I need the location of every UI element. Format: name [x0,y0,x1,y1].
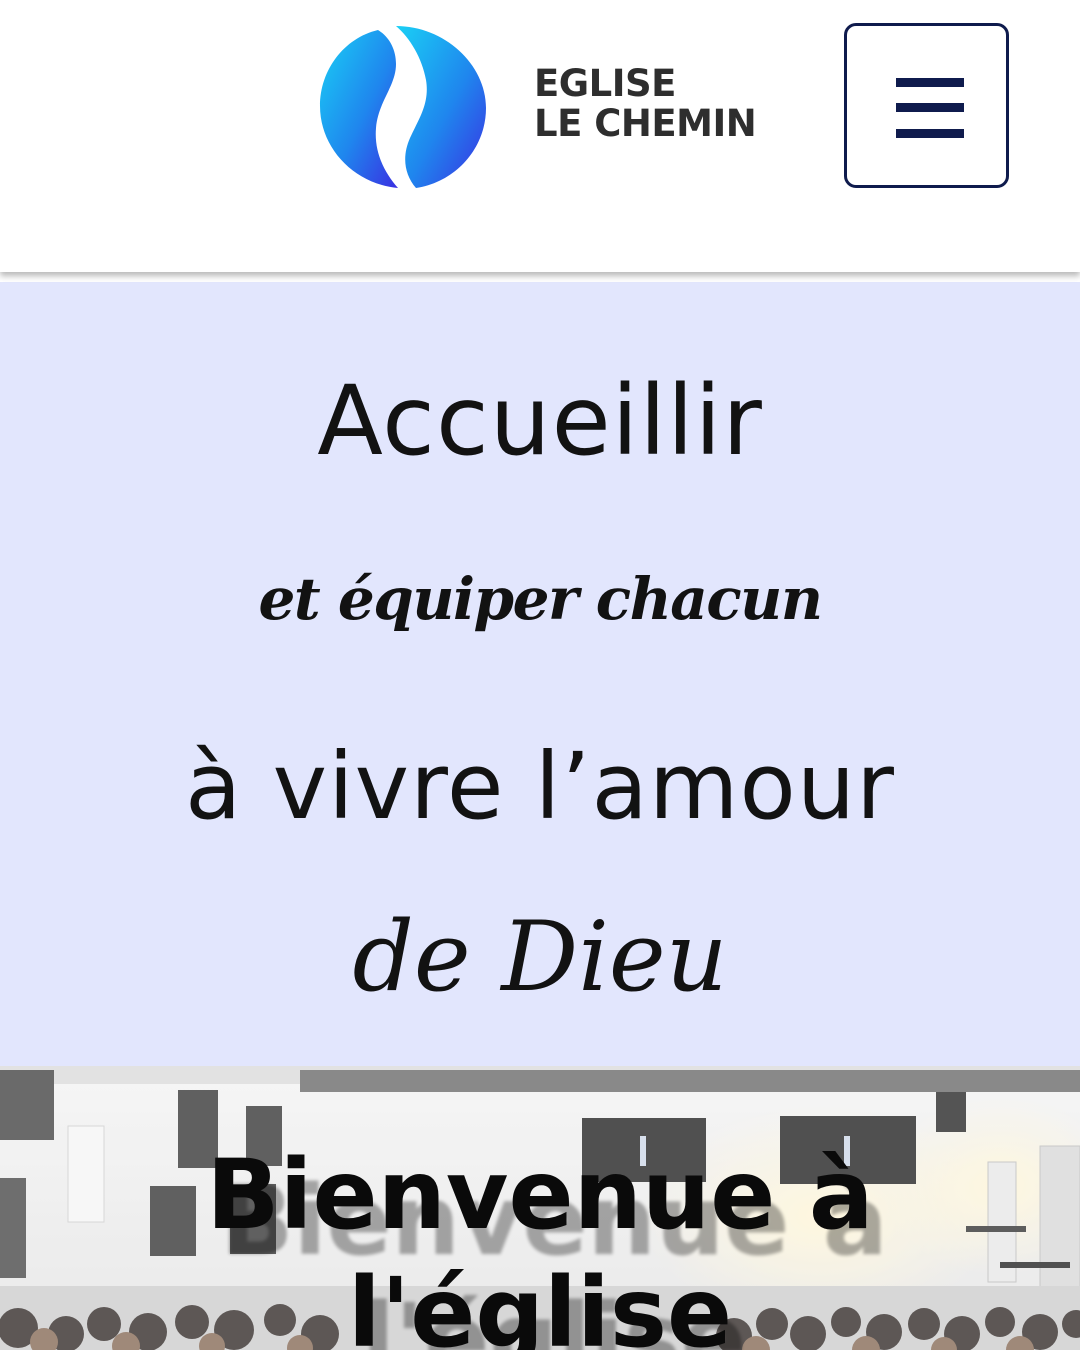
welcome-title-line2: l'église [347,1257,733,1350]
hero-tagline-line1: Accueillir [317,365,763,477]
hero-tagline-line2: et équiper chacun [258,565,823,633]
welcome-section: Bienvenue à l'église [0,1066,1080,1350]
welcome-title-line1: Bienvenue à [206,1139,874,1251]
church-logo-wordmark[interactable]: EGLISE LE CHEMIN [534,62,757,145]
hero-tagline-line3: à vivre l’amour [185,733,895,840]
welcome-title: Bienvenue à l'église [0,1136,1080,1350]
menu-toggle-button[interactable] [844,23,1009,188]
church-logo-icon[interactable] [318,24,488,190]
hero-tagline-line4: de Dieu [352,901,728,1013]
logo-text-line1: EGLISE [534,62,676,105]
hero-tagline-section: Accueillir et équiper chacun à vivre l’a… [0,282,1080,1066]
site-header: EGLISE LE CHEMIN [0,0,1080,272]
logo-text-line2: LE CHEMIN [534,102,757,145]
